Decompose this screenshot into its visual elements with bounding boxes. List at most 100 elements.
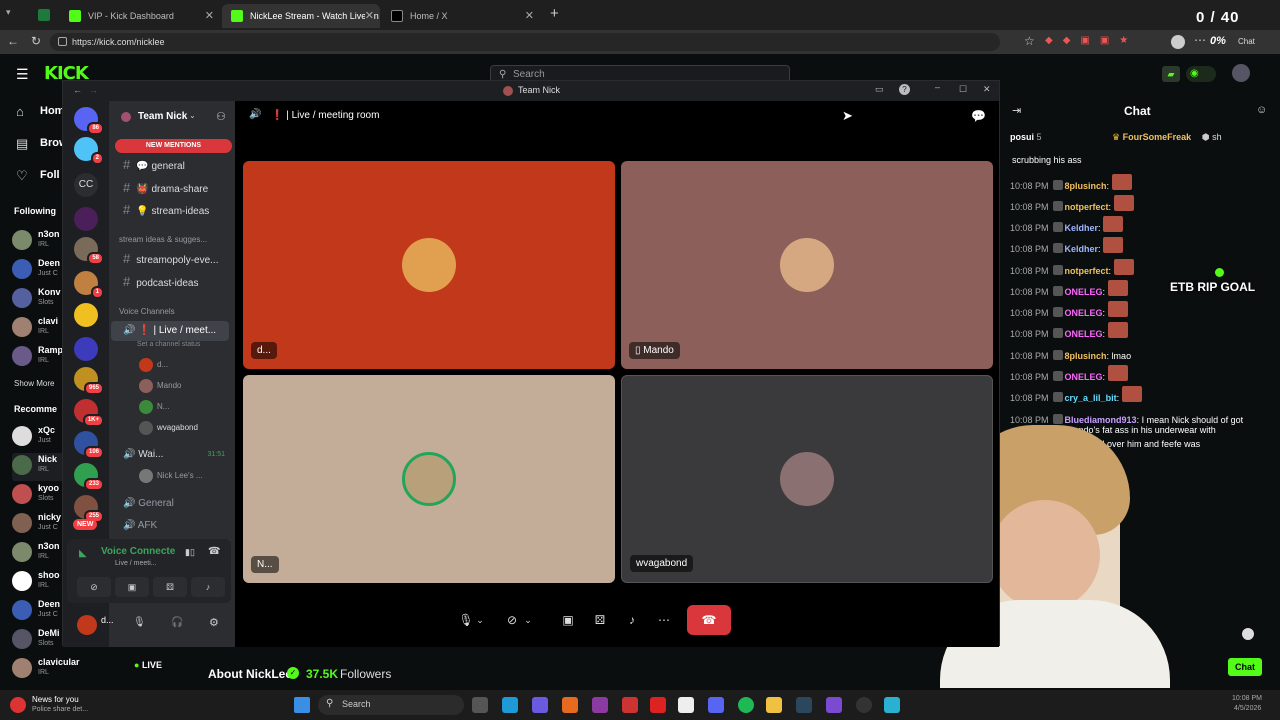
- message-username[interactable]: notperfect: [1065, 202, 1109, 212]
- close-tab-icon[interactable]: ✕: [525, 4, 534, 28]
- minimize-icon[interactable]: –: [935, 82, 940, 92]
- menu-dots-icon[interactable]: ⋯: [1194, 33, 1206, 47]
- headphones-icon[interactable]: 🎧: [171, 617, 183, 628]
- channel-podcast-ideas[interactable]: # podcast-ideas: [111, 272, 229, 292]
- steam-icon[interactable]: [796, 697, 812, 713]
- new-tab-icon[interactable]: +: [550, 5, 559, 22]
- taskbar-search-box[interactable]: ⚲ Search: [318, 695, 464, 715]
- voice-connected-channel[interactable]: Live / meeti...: [115, 560, 157, 567]
- chat-users-icon[interactable]: ☺: [1256, 104, 1267, 116]
- server-icon[interactable]: 233: [74, 463, 104, 491]
- message-username[interactable]: notperfect: [1065, 266, 1109, 276]
- firefox-icon[interactable]: [562, 697, 578, 713]
- voice-user[interactable]: N...: [139, 399, 169, 415]
- mic-options-chevron-icon[interactable]: ⌄: [473, 607, 487, 633]
- participant-tile-n[interactable]: N...: [243, 375, 615, 583]
- message-username[interactable]: Keldher: [1065, 244, 1099, 254]
- mic-icon[interactable]: 🎙: [133, 617, 146, 628]
- sheets-tab-icon[interactable]: [38, 9, 50, 21]
- show-more-link[interactable]: Show More: [14, 379, 54, 388]
- bookmark-star-icon[interactable]: ☆: [1024, 34, 1035, 48]
- taskview-icon[interactable]: [472, 697, 488, 713]
- server-icon[interactable]: 255: [74, 495, 104, 523]
- voice-channel-live[interactable]: 🔊 ❗ | Live / meet...: [111, 321, 229, 341]
- news-widget-title[interactable]: News for you: [32, 695, 79, 704]
- soundboard-button[interactable]: ♪: [191, 577, 225, 597]
- edge-icon[interactable]: [502, 697, 518, 713]
- app-icon[interactable]: [884, 697, 900, 713]
- message-username[interactable]: ONELEG: [1065, 308, 1103, 318]
- creator-dashboard-icon[interactable]: ▰: [1162, 66, 1180, 82]
- app-icon[interactable]: [592, 697, 608, 713]
- clock-time[interactable]: 10:08 PM: [1232, 695, 1262, 702]
- participant-tile-wvagabond[interactable]: wvagabond: [621, 375, 993, 583]
- windows-start-icon[interactable]: [294, 697, 310, 713]
- discord-icon[interactable]: [708, 697, 724, 713]
- server-cc-icon[interactable]: CC: [74, 173, 98, 197]
- server-icon[interactable]: 106: [74, 431, 104, 459]
- share-screen-button[interactable]: ▣: [115, 577, 149, 597]
- app-icon[interactable]: [650, 697, 666, 713]
- itunes-icon[interactable]: [678, 697, 694, 713]
- channel-stream-ideas[interactable]: # 💡 stream-ideas: [111, 200, 229, 220]
- server-icon[interactable]: [74, 303, 98, 327]
- kick-coins-icon[interactable]: ◉: [1186, 66, 1216, 82]
- voice-channel-afk[interactable]: 🔊 AFK: [111, 516, 229, 536]
- participant-tile-d[interactable]: d...: [243, 161, 615, 369]
- news-widget-icon[interactable]: [10, 697, 26, 713]
- message-username[interactable]: Keldher: [1065, 223, 1099, 233]
- category-voice-channels[interactable]: Voice Channels: [119, 307, 175, 316]
- message-username[interactable]: ONELEG: [1065, 329, 1103, 339]
- home-icon[interactable]: ⌂: [16, 104, 32, 120]
- hamburger-menu-icon[interactable]: ☰: [16, 66, 29, 83]
- voice-channel-general[interactable]: 🔊 General: [111, 494, 229, 514]
- chat-toolbar-button[interactable]: Chat: [1238, 37, 1255, 46]
- discord-forward-icon[interactable]: →: [89, 85, 98, 95]
- waiting-user[interactable]: Nick Lee's ...: [139, 468, 203, 484]
- new-servers-badge[interactable]: NEW: [73, 519, 98, 530]
- file-explorer-icon[interactable]: [766, 697, 782, 713]
- camera-options-chevron-icon[interactable]: ⌄: [521, 607, 535, 633]
- collapse-chat-icon[interactable]: ⇥: [1012, 104, 1021, 117]
- user-avatar[interactable]: [1232, 64, 1250, 82]
- server-icon[interactable]: 58: [74, 237, 104, 265]
- chat-emote-button[interactable]: [1242, 628, 1254, 640]
- close-tab-icon[interactable]: ✕: [205, 4, 214, 28]
- message-username[interactable]: ONELEG: [1065, 287, 1103, 297]
- tab-list-dropdown-icon[interactable]: ▾: [6, 7, 20, 21]
- channel-drama-share[interactable]: # 👹 drama-share: [111, 178, 229, 198]
- noise-suppression-icon[interactable]: ▮▯: [185, 547, 195, 558]
- close-window-icon[interactable]: ✕: [983, 84, 991, 95]
- tab-nicklee-stream[interactable]: NickLee Stream - Watch Live on Ki ✕: [222, 4, 380, 28]
- close-tab-icon[interactable]: ✕: [364, 4, 374, 28]
- participant-tile-mando[interactable]: ▯ Mando: [621, 161, 993, 369]
- self-avatar[interactable]: [77, 615, 97, 635]
- channel-general[interactable]: # 💬 general: [111, 155, 229, 175]
- camera-off-button[interactable]: ⊘: [77, 577, 111, 597]
- message-username[interactable]: 8plusinch: [1065, 351, 1107, 361]
- call-more-button[interactable]: ⋯: [651, 607, 677, 633]
- tab-kick-dashboard[interactable]: VIP - Kick Dashboard ✕: [60, 4, 220, 28]
- call-soundboard-button[interactable]: ♪: [619, 607, 645, 633]
- category-stream-ideas[interactable]: stream ideas & sugges...: [119, 235, 207, 244]
- voice-user[interactable]: d...: [139, 357, 168, 373]
- site-info-icon[interactable]: [58, 37, 67, 46]
- server-dropdown-icon[interactable]: ⌄: [189, 111, 196, 120]
- server-icon[interactable]: [74, 207, 98, 231]
- server-icon[interactable]: 1K+: [74, 399, 104, 427]
- browse-icon[interactable]: ▤: [16, 136, 32, 152]
- message-username[interactable]: ONELEG: [1065, 372, 1103, 382]
- server-icon[interactable]: 2: [74, 137, 104, 165]
- copilot-icon[interactable]: [532, 697, 548, 713]
- nav-following[interactable]: Foll: [40, 169, 60, 181]
- server-icon[interactable]: 1: [74, 271, 104, 299]
- clock-date[interactable]: 4/5/2026: [1234, 705, 1261, 712]
- help-icon[interactable]: ?: [899, 84, 910, 95]
- direct-messages-icon[interactable]: 86: [74, 107, 104, 135]
- following-heart-icon[interactable]: ♡: [16, 168, 32, 184]
- activities-button[interactable]: ⚄: [153, 577, 187, 597]
- spotify-icon[interactable]: [738, 697, 754, 713]
- disconnect-icon[interactable]: ☎: [208, 546, 220, 557]
- server-icon[interactable]: 965: [74, 367, 104, 395]
- chat-send-button[interactable]: Chat: [1228, 658, 1262, 676]
